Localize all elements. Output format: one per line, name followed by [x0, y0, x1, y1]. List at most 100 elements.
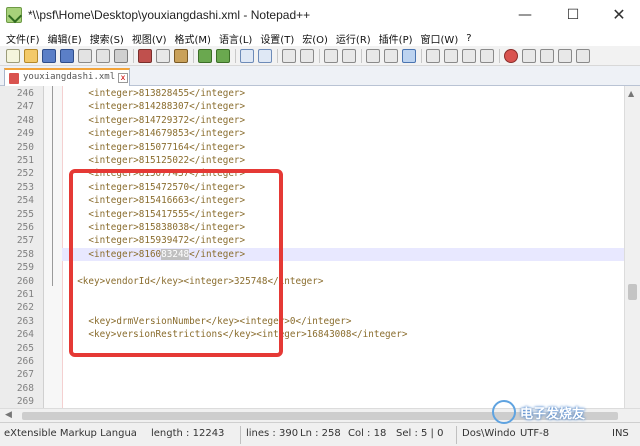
toolbar-separator: [133, 49, 134, 63]
line-number: 250: [16, 141, 34, 153]
play-macro-icon[interactable]: [540, 49, 554, 63]
watermark-text: 电子发烧友: [520, 407, 586, 422]
title-bar: *\\psf\Home\Desktop\youxiangdashi.xml - …: [0, 0, 640, 30]
zoom-in-icon[interactable]: [282, 49, 296, 63]
status-ln: Ln : 258: [300, 428, 341, 439]
show-all-chars-icon[interactable]: [384, 49, 398, 63]
cut-icon[interactable]: [138, 49, 152, 63]
line-number: 269: [16, 396, 34, 408]
line-number: 257: [16, 235, 34, 247]
word-wrap-icon[interactable]: [366, 49, 380, 63]
replace-icon[interactable]: [258, 49, 272, 63]
code-line[interactable]: 246 <integer>813828455</integer>: [0, 87, 624, 100]
toolbar-separator: [361, 49, 362, 63]
menu-help[interactable]: ?: [466, 33, 471, 44]
redo-icon[interactable]: [216, 49, 230, 63]
menu-run[interactable]: 运行(R): [336, 31, 371, 46]
code-line[interactable]: 249 <integer>814679853</integer>: [0, 127, 624, 140]
folder-workspace-icon[interactable]: [480, 49, 494, 63]
editor-area[interactable]: 246 <integer>813828455</integer> 247 <int…: [0, 86, 624, 408]
stop-macro-icon[interactable]: [522, 49, 536, 63]
line-text: <integer>813828455</integer>: [66, 88, 246, 99]
language-icon[interactable]: [426, 49, 440, 63]
open-file-icon[interactable]: [24, 49, 38, 63]
minimize-button[interactable]: —: [502, 0, 548, 30]
sync-vertical-icon[interactable]: [324, 49, 338, 63]
code-line[interactable]: 266: [0, 355, 624, 368]
status-eol: Dos\Windo: [462, 428, 516, 439]
menu-view[interactable]: 视图(V): [132, 31, 167, 46]
menu-macro[interactable]: 宏(O): [302, 31, 328, 46]
close-file-icon[interactable]: [78, 49, 92, 63]
status-sel: Sel : 5 | 0: [396, 428, 444, 439]
copy-icon[interactable]: [156, 49, 170, 63]
vertical-scrollbar[interactable]: ▲: [624, 86, 640, 408]
menu-language[interactable]: 语言(L): [219, 31, 252, 46]
line-text: <integer>815125022</integer>: [66, 155, 246, 166]
line-number: 268: [16, 382, 34, 394]
status-separator: [240, 426, 241, 444]
zoom-out-icon[interactable]: [300, 49, 314, 63]
line-number: 263: [16, 315, 34, 327]
menu-settings[interactable]: 设置(T): [260, 31, 294, 46]
close-all-icon[interactable]: [96, 49, 110, 63]
status-language: eXtensible Markup Langua: [4, 428, 137, 439]
tab-youxiangdashi[interactable]: youxiangdashi.xml x: [4, 68, 130, 86]
toolbar-separator: [499, 49, 500, 63]
code-line[interactable]: 267: [0, 368, 624, 381]
line-number: 262: [16, 302, 34, 314]
menu-file[interactable]: 文件(F): [6, 31, 40, 46]
scroll-up-arrow-icon[interactable]: ▲: [628, 89, 634, 98]
record-macro-icon[interactable]: [504, 49, 518, 63]
code-line[interactable]: 247 <integer>814288307</integer>: [0, 100, 624, 113]
status-col: Col : 18: [348, 428, 387, 439]
menu-window[interactable]: 窗口(W): [421, 31, 459, 46]
vertical-scroll-thumb[interactable]: [628, 284, 637, 300]
status-lines: lines : 390: [246, 428, 299, 439]
tab-close-icon[interactable]: x: [118, 73, 128, 83]
scroll-left-arrow-icon[interactable]: ◀: [5, 410, 12, 420]
save-macro-icon[interactable]: [576, 49, 590, 63]
status-insert-mode: INS: [612, 428, 629, 439]
close-button[interactable]: ✕: [596, 0, 640, 30]
toolbar-separator: [319, 49, 320, 63]
line-text: <integer>814288307</integer>: [66, 101, 246, 113]
line-number: 265: [16, 342, 34, 354]
line-number: 258: [16, 248, 34, 260]
line-number: 254: [16, 195, 34, 207]
undo-icon[interactable]: [198, 49, 212, 63]
paste-icon[interactable]: [174, 49, 188, 63]
new-file-icon[interactable]: [6, 49, 20, 63]
sync-horizontal-icon[interactable]: [342, 49, 356, 63]
save-all-icon[interactable]: [60, 49, 74, 63]
maximize-button[interactable]: ☐: [550, 0, 596, 30]
menu-plugins[interactable]: 插件(P): [379, 31, 413, 46]
print-icon[interactable]: [114, 49, 128, 63]
run-macro-multiple-icon[interactable]: [558, 49, 572, 63]
status-length: length : 12243: [151, 428, 225, 439]
line-number: 264: [16, 329, 34, 341]
toolbar-separator: [277, 49, 278, 63]
save-icon[interactable]: [42, 49, 56, 63]
menu-format[interactable]: 格式(M): [175, 31, 211, 46]
line-number: 246: [16, 88, 34, 99]
indent-guide-icon[interactable]: [402, 49, 416, 63]
line-number: 261: [16, 289, 34, 300]
line-number: 266: [16, 356, 34, 367]
line-number: 252: [16, 168, 34, 180]
menu-search[interactable]: 搜索(S): [90, 31, 124, 46]
line-number: 253: [16, 181, 34, 193]
notepadpp-app-icon: [6, 7, 22, 23]
code-line[interactable]: 251 <integer>815125022</integer>: [0, 154, 624, 167]
toolbar-separator: [421, 49, 422, 63]
function-list-icon[interactable]: [462, 49, 476, 63]
code-line[interactable]: 248 <integer>814729372</integer>: [0, 114, 624, 127]
find-icon[interactable]: [240, 49, 254, 63]
line-number: 260: [16, 275, 34, 287]
line-number: 256: [16, 222, 34, 233]
line-number: 249: [16, 128, 34, 140]
doc-map-icon[interactable]: [444, 49, 458, 63]
code-line[interactable]: 268: [0, 382, 624, 395]
code-line[interactable]: 250 <integer>815077164</integer>: [0, 141, 624, 154]
menu-edit[interactable]: 编辑(E): [48, 31, 82, 46]
